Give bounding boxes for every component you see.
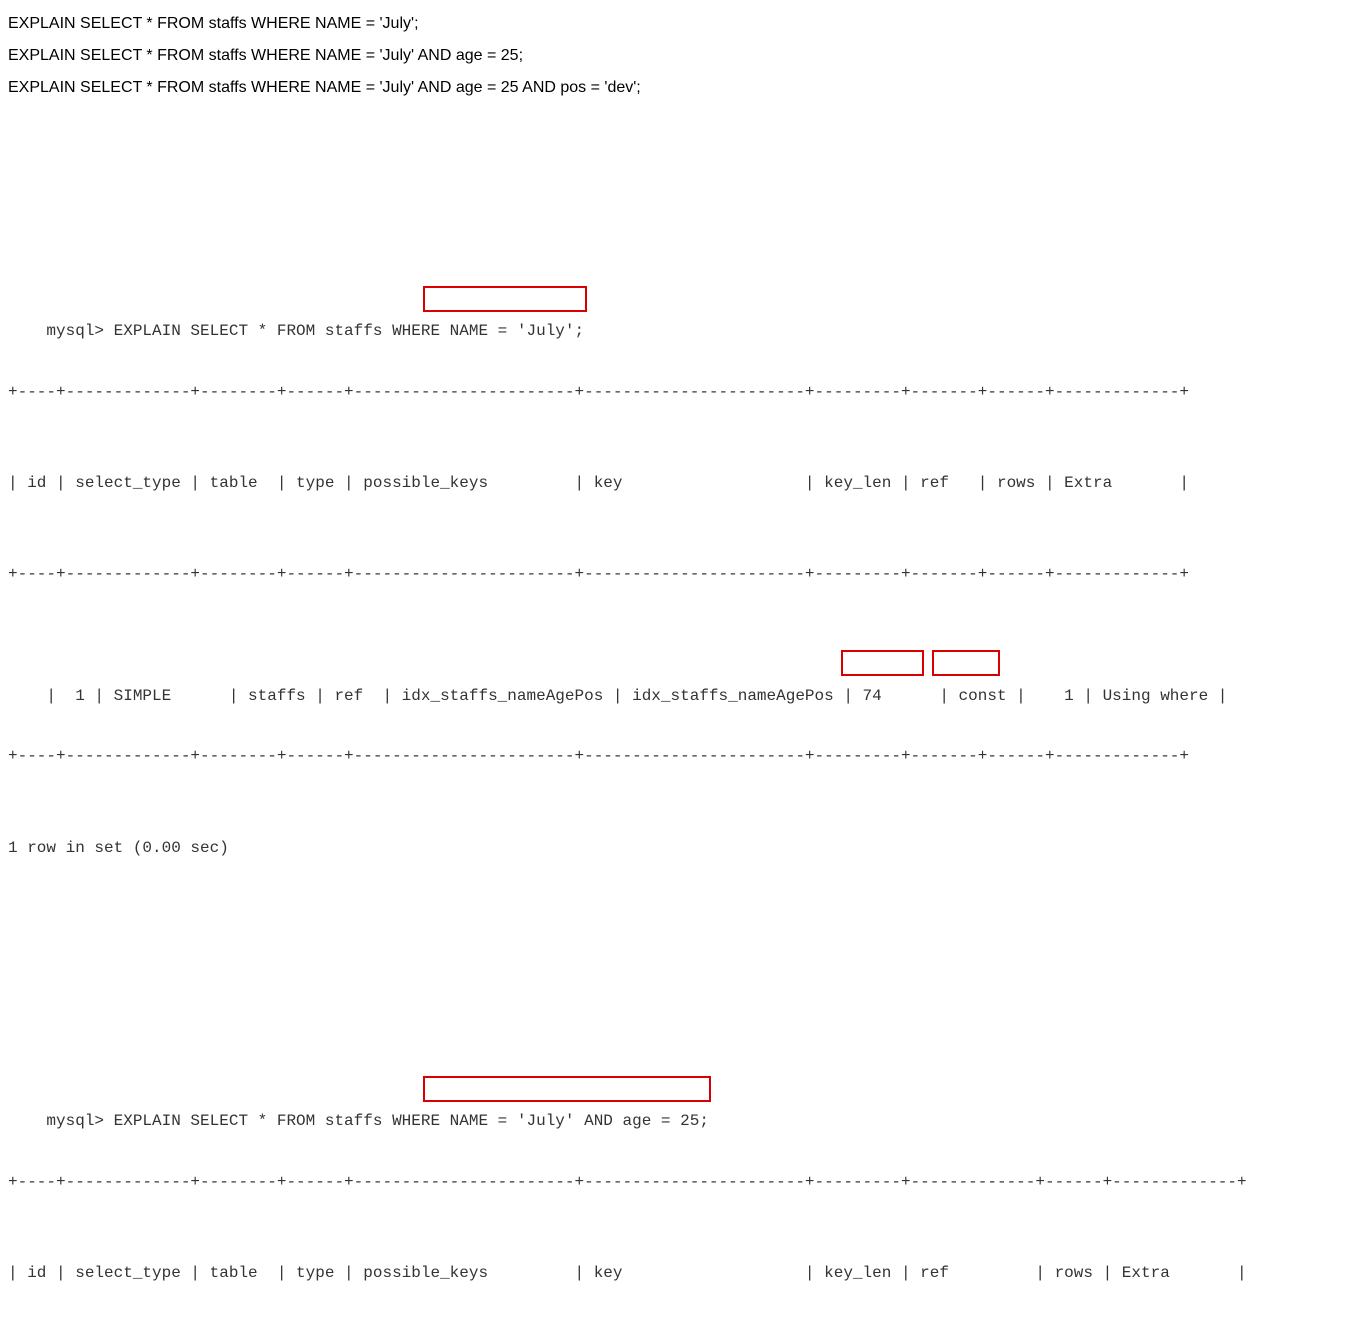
q2-sep-top: +----+-------------+--------+------+----… <box>8 1173 1247 1191</box>
q1-footer: 1 row in set (0.00 sec) <box>8 839 229 857</box>
q1-sep-top: +----+-------------+--------+------+----… <box>8 383 1189 401</box>
q2-prompt-line: mysql> EXPLAIN SELECT * FROM staffs WHER… <box>8 1076 1338 1106</box>
q1-sep-mid: +----+-------------+--------+------+----… <box>8 565 1189 583</box>
q2-prompt: mysql> EXPLAIN SELECT * FROM staffs WHER… <box>46 1112 709 1130</box>
q1-row: | 1 | SIMPLE | staffs | ref | idx_staffs… <box>46 687 1227 705</box>
q1-header: | id | select_type | table | type | poss… <box>8 474 1189 492</box>
q2-header: | id | select_type | table | type | poss… <box>8 1264 1247 1282</box>
sql-statements: EXPLAIN SELECT * FROM staffs WHERE NAME … <box>8 8 1338 104</box>
q1-where-highlight <box>423 286 587 312</box>
q1-sep-bot: +----+-------------+--------+------+----… <box>8 747 1189 765</box>
q1-prompt-line: mysql> EXPLAIN SELECT * FROM staffs WHER… <box>8 286 1338 316</box>
terminal-output: mysql> EXPLAIN SELECT * FROM staffs WHER… <box>8 164 1338 1338</box>
q1-prompt: mysql> EXPLAIN SELECT * FROM staffs WHER… <box>46 322 584 340</box>
q1-ref-highlight <box>932 650 1000 676</box>
q1-keylen-highlight <box>841 650 924 676</box>
sql-line-2: EXPLAIN SELECT * FROM staffs WHERE NAME … <box>8 40 1338 72</box>
q1-row-line: | 1 | SIMPLE | staffs | ref | idx_staffs… <box>8 650 1338 680</box>
q2-where-highlight <box>423 1076 711 1102</box>
sql-line-3: EXPLAIN SELECT * FROM staffs WHERE NAME … <box>8 72 1338 104</box>
sql-line-1: EXPLAIN SELECT * FROM staffs WHERE NAME … <box>8 8 1338 40</box>
blank <box>8 930 18 948</box>
